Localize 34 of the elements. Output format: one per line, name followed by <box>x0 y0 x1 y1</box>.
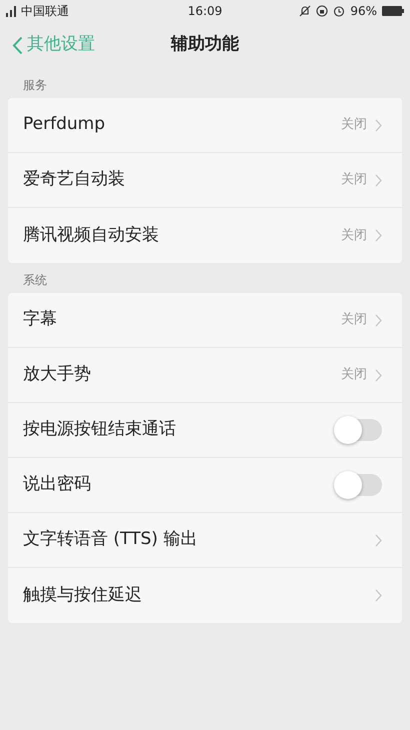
row-value: 关闭 <box>341 171 367 190</box>
back-chevron-icon <box>12 36 23 54</box>
carrier-name: 中国联通 <box>21 3 69 20</box>
battery-icon <box>382 6 404 16</box>
rotation-lock-icon <box>316 5 328 17</box>
row-label: 说出密码 <box>23 473 92 496</box>
chevron-right-icon <box>375 314 382 326</box>
row-label: 腾讯视频自动安装 <box>23 224 160 247</box>
signal-icon <box>6 6 18 16</box>
section-title: 服务 <box>23 77 47 94</box>
row-label: 爱奇艺自动装 <box>23 168 126 192</box>
row-value: 关闭 <box>341 116 367 134</box>
back-button[interactable]: 其他设置 <box>12 32 95 58</box>
row-value: 关闭 <box>341 226 367 245</box>
chevron-right-icon <box>375 368 382 382</box>
chevron-right-icon <box>375 118 382 132</box>
page-title: 辅助功能 <box>171 33 239 56</box>
row-label: 放大手势 <box>23 363 92 386</box>
row-value: 关闭 <box>341 311 367 330</box>
chevron-right-icon <box>375 229 382 242</box>
chevron-right-icon <box>375 174 382 186</box>
row-label: Perfdump <box>23 113 106 136</box>
bell-muted-icon <box>299 5 312 17</box>
alarm-icon <box>333 5 346 17</box>
clock: 16:09 <box>186 3 224 20</box>
chevron-right-icon <box>375 534 382 546</box>
section-title: 系统 <box>23 272 47 289</box>
battery-percent: 96% <box>350 3 377 20</box>
chevron-right-icon <box>375 589 382 602</box>
row-label: 触摸与按住延迟 <box>23 584 143 607</box>
row-label: 字幕 <box>23 308 58 332</box>
row-label: 文字转语音 (TTS) 输出 <box>23 528 198 552</box>
row-label: 按电源按钮结束通话 <box>23 418 177 442</box>
row-value: 关闭 <box>341 366 367 384</box>
